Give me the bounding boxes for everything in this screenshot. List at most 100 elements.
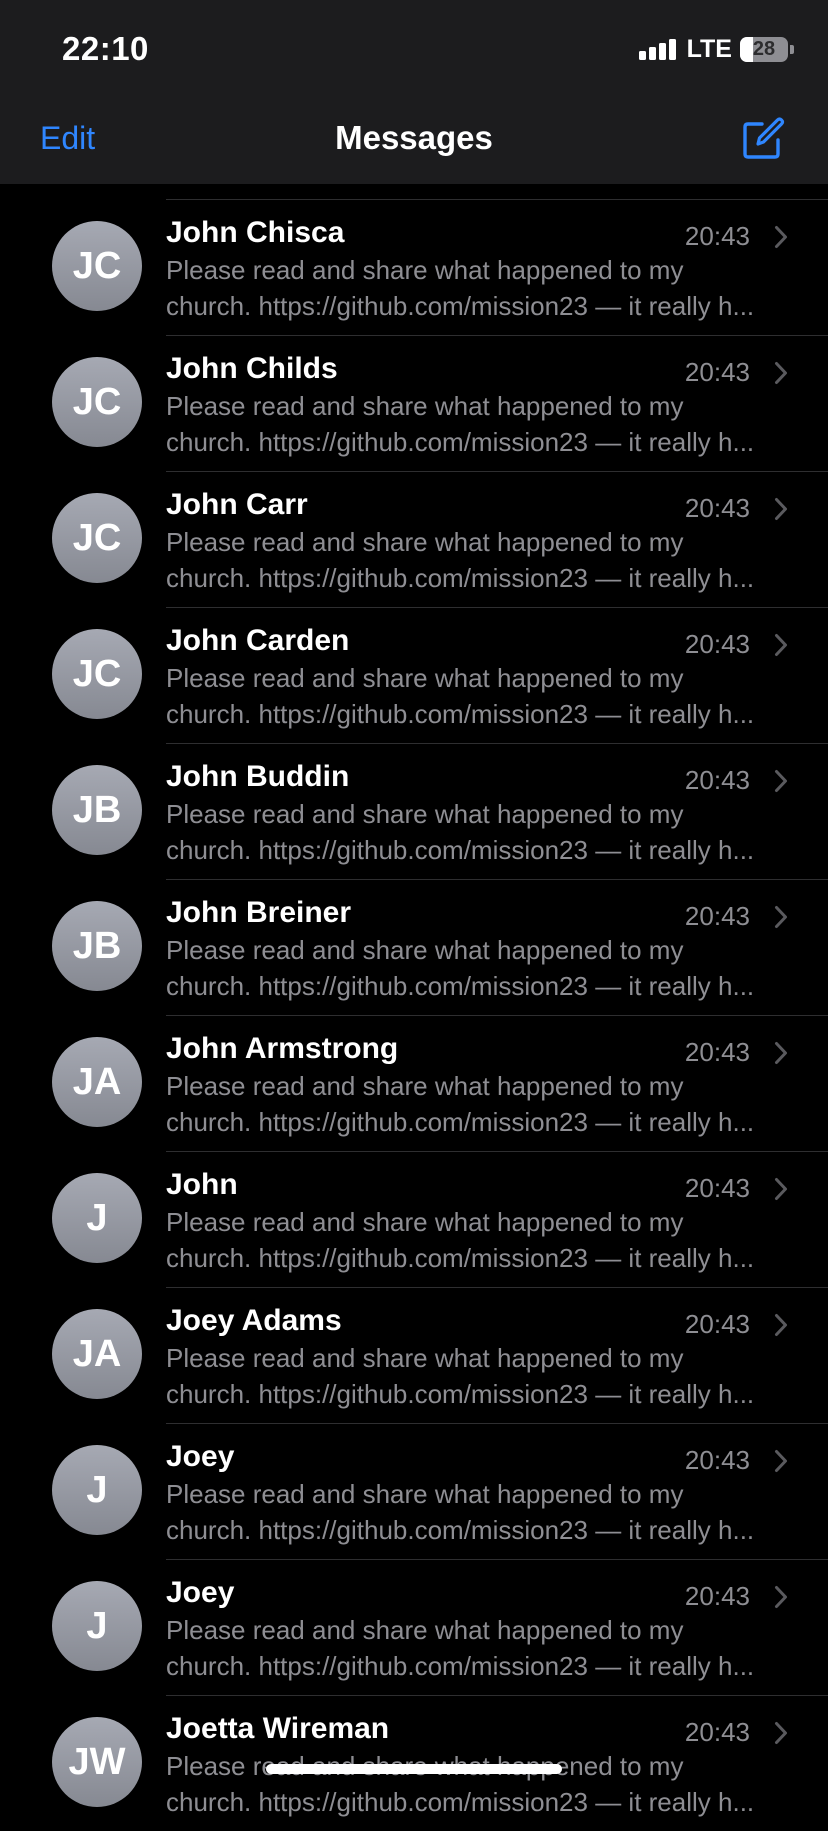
status-indicators: LTE 28	[638, 34, 794, 64]
message-preview-line: Please read and share what happened to m…	[166, 1615, 684, 1645]
battery-icon: 28	[740, 36, 788, 62]
message-preview: Please read and share what happened to m…	[166, 660, 786, 732]
message-preview-line: Please read and share what happened to m…	[166, 799, 684, 829]
conversation-row[interactable]: JB John Buddin 20:43 Please read and sha…	[0, 743, 828, 879]
conversation-row[interactable]: J Joey 20:43 Please read and share what …	[0, 1559, 828, 1695]
message-preview: Please read and share what happened to m…	[166, 1068, 786, 1140]
avatar: JC	[52, 493, 142, 583]
chevron-right-icon	[775, 634, 787, 656]
row-divider	[166, 1423, 828, 1424]
conversation-row[interactable]: J Joey 20:43 Please read and share what …	[0, 1423, 828, 1559]
message-time: 20:43	[684, 221, 750, 251]
chevron-right-icon	[775, 1722, 787, 1744]
row-divider	[166, 335, 828, 336]
message-preview: Please read and share what happened to m…	[166, 1476, 786, 1548]
status-time: 22:10	[62, 30, 149, 67]
avatar: J	[52, 1173, 142, 1263]
home-indicator[interactable]	[266, 1764, 562, 1774]
message-preview: Please read and share what happened to m…	[166, 796, 786, 868]
row-divider	[166, 1151, 828, 1152]
message-time: 20:43	[684, 1173, 750, 1203]
row-divider	[166, 879, 828, 880]
message-preview-line: church. https://github.com/mission23 — i…	[166, 1379, 755, 1409]
message-preview-line: Please read and share what happened to m…	[166, 391, 684, 421]
message-preview: Please read and share what happened to m…	[166, 524, 786, 596]
compose-icon[interactable]	[740, 116, 786, 162]
avatar: J	[52, 1581, 142, 1671]
message-time: 20:43	[684, 1581, 750, 1611]
contact-name: John Carden	[166, 624, 350, 657]
conversation-row[interactable]: JC John Childs 20:43 Please read and sha…	[0, 335, 828, 471]
battery-cap	[790, 44, 794, 54]
contact-name: John Chisca	[166, 216, 345, 249]
message-preview-line: Please read and share what happened to m…	[166, 1343, 684, 1373]
message-preview-line: church. https://github.com/mission23 — i…	[166, 971, 755, 1001]
message-preview-line: Please read and share what happened to m…	[166, 527, 684, 557]
message-preview-line: church. https://github.com/mission23 — i…	[166, 1787, 755, 1817]
message-time: 20:43	[684, 765, 750, 795]
message-preview-line: church. https://github.com/mission23 — i…	[166, 291, 755, 321]
conversation-row[interactable]: JC John Chisca 20:43 Please read and sha…	[0, 199, 828, 335]
message-preview: Please read and share what happened to m…	[166, 932, 786, 1004]
avatar: JA	[52, 1309, 142, 1399]
conversation-row[interactable]: JC John Carr 20:43 Please read and share…	[0, 471, 828, 607]
row-divider	[166, 1015, 828, 1016]
chevron-right-icon	[775, 226, 787, 248]
conversation-row[interactable]: JB John Breiner 20:43 Please read and sh…	[0, 879, 828, 1015]
conversation-row[interactable]: J John 20:43 Please read and share what …	[0, 1151, 828, 1287]
chevron-right-icon	[775, 1586, 787, 1608]
row-divider	[166, 607, 828, 608]
row-divider	[166, 1559, 828, 1560]
contact-name: John Breiner	[166, 896, 352, 929]
message-preview-line: church. https://github.com/mission23 — i…	[166, 835, 755, 865]
message-preview-line: Please read and share what happened to m…	[166, 1071, 684, 1101]
message-preview-line: church. https://github.com/mission23 — i…	[166, 699, 755, 729]
chevron-right-icon	[775, 770, 787, 792]
message-time: 20:43	[684, 1309, 750, 1339]
message-preview-line: church. https://github.com/mission23 — i…	[166, 1243, 755, 1273]
chevron-right-icon	[775, 1042, 787, 1064]
message-time: 20:43	[684, 1037, 750, 1067]
message-preview: Please read and share what happened to m…	[166, 1204, 786, 1276]
message-preview-line: church. https://github.com/mission23 — i…	[166, 563, 755, 593]
message-preview-line: church. https://github.com/mission23 — i…	[166, 1515, 755, 1545]
avatar: JB	[52, 901, 142, 991]
conversation-row[interactable]: JA Joey Adams 20:43 Please read and shar…	[0, 1287, 828, 1423]
chevron-right-icon	[775, 362, 787, 384]
contact-name: John Buddin	[166, 760, 350, 793]
avatar: JC	[52, 221, 142, 311]
message-preview-line: Please read and share what happened to m…	[166, 255, 684, 285]
avatar: JW	[52, 1717, 142, 1807]
conversation-row[interactable]: JC John Carden 20:43 Please read and sha…	[0, 607, 828, 743]
row-divider	[166, 743, 828, 744]
row-divider	[166, 1695, 828, 1696]
contact-name: Joetta Wireman	[166, 1712, 390, 1745]
row-divider	[166, 199, 828, 200]
navigation-header: 22:10 LTE 28 Edit Messages	[0, 0, 828, 184]
message-time: 20:43	[684, 493, 750, 523]
message-preview: Please read and share what happened to m…	[166, 252, 786, 324]
message-preview-line: Please read and share what happened to m…	[166, 1479, 684, 1509]
conversation-list: JC John Chisca 20:43 Please read and sha…	[0, 199, 828, 1831]
avatar: JA	[52, 1037, 142, 1127]
message-preview-line: church. https://github.com/mission23 — i…	[166, 427, 755, 457]
message-time: 20:43	[684, 901, 750, 931]
avatar: JC	[52, 357, 142, 447]
chevron-right-icon	[775, 1314, 787, 1336]
conversation-row[interactable]: JA John Armstrong 20:43 Please read and …	[0, 1015, 828, 1151]
message-preview-line: Please read and share what happened to m…	[166, 663, 684, 693]
avatar: JB	[52, 765, 142, 855]
row-divider	[166, 1287, 828, 1288]
conversation-row[interactable]: JW Joetta Wireman 20:43 Please read and …	[0, 1695, 828, 1831]
contact-name: Joey	[166, 1440, 235, 1473]
avatar: JC	[52, 629, 142, 719]
message-time: 20:43	[684, 357, 750, 387]
contact-name: Joey Adams	[166, 1304, 342, 1337]
avatar: J	[52, 1445, 142, 1535]
contact-name: John	[166, 1168, 238, 1201]
chevron-right-icon	[775, 498, 787, 520]
chevron-right-icon	[775, 1450, 787, 1472]
message-preview-line: Please read and share what happened to m…	[166, 1207, 684, 1237]
message-preview-line: church. https://github.com/mission23 — i…	[166, 1107, 755, 1137]
chevron-right-icon	[775, 906, 787, 928]
